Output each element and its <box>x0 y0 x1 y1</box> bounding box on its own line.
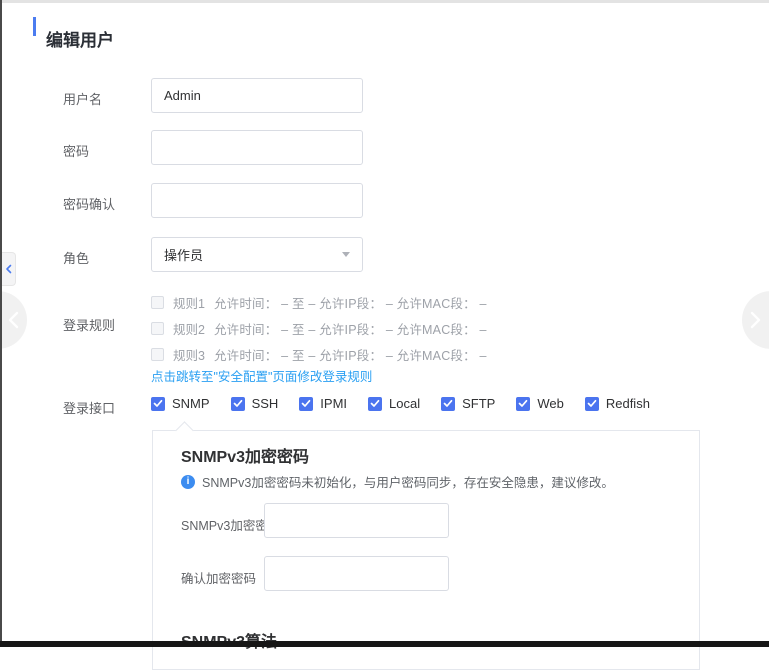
rule-detail: 允许时间： – 至 – 允许IP段： – 允许MAC段： – <box>214 345 487 364</box>
carousel-next-button[interactable] <box>742 291 769 349</box>
security-config-link[interactable]: 点击跳转至"安全配置"页面修改登录规则 <box>151 366 372 385</box>
checkbox-checked-icon <box>299 397 313 411</box>
confirm-password-input[interactable] <box>151 183 363 218</box>
confirm-encrypt-password-input[interactable] <box>264 556 449 591</box>
carousel-prev-button[interactable] <box>0 291 27 349</box>
interface-checkbox-ssh[interactable]: SSH <box>231 396 279 411</box>
interface-checkbox-snmp[interactable]: SNMP <box>151 396 210 411</box>
interface-label: SFTP <box>462 396 495 411</box>
login-rule-row: 规则2 允许时间： – 至 – 允许IP段： – 允许MAC段： – <box>151 320 487 336</box>
interface-checkbox-redfish[interactable]: Redfish <box>585 396 650 411</box>
interface-label: SSH <box>252 396 279 411</box>
interface-label: Web <box>537 396 564 411</box>
interface-label: Local <box>389 396 420 411</box>
confirm-encrypt-password-label: 确认加密密码 <box>181 568 256 587</box>
checkbox-checked-icon <box>585 397 599 411</box>
interface-checkbox-web[interactable]: Web <box>516 396 564 411</box>
snmpv3-password-input[interactable] <box>264 503 449 538</box>
confirm-password-label: 密码确认 <box>63 194 149 213</box>
password-label: 密码 <box>63 141 149 160</box>
password-input[interactable] <box>151 130 363 165</box>
rule3-checkbox[interactable] <box>151 348 164 361</box>
login-interfaces-group: SNMP SSH IPMI Local SFTP Web Redfish <box>151 396 650 411</box>
checkbox-checked-icon <box>368 397 382 411</box>
snmpv3-info-row: i SNMPv3加密密码未初始化，与用户密码同步，存在安全隐患，建议修改。 <box>181 472 614 491</box>
rule-detail: 允许时间： – 至 – 允许IP段： – 允许MAC段： – <box>214 319 487 338</box>
chevron-left-icon <box>6 310 20 330</box>
interface-checkbox-sftp[interactable]: SFTP <box>441 396 495 411</box>
snmpv3-algorithm-title: SNMPv3算法 <box>181 628 277 652</box>
rule-name: 规则2 <box>173 319 205 338</box>
bottom-bar <box>0 641 769 647</box>
snmpv3-panel-title: SNMPv3加密密码 <box>181 443 309 467</box>
checkbox-checked-icon <box>231 397 245 411</box>
chevron-left-icon <box>5 264 13 274</box>
login-rules-label: 登录规则 <box>63 315 149 334</box>
rule2-checkbox[interactable] <box>151 322 164 335</box>
panel-notch <box>175 421 193 439</box>
rule1-checkbox[interactable] <box>151 296 164 309</box>
title-accent-bar <box>33 17 36 36</box>
interface-checkbox-ipmi[interactable]: IPMI <box>299 396 347 411</box>
interface-label: Redfish <box>606 396 650 411</box>
username-input[interactable] <box>151 78 363 113</box>
login-rule-row: 规则3 允许时间： – 至 – 允许IP段： – 允许MAC段： – <box>151 346 487 362</box>
checkbox-checked-icon <box>516 397 530 411</box>
interface-label: IPMI <box>320 396 347 411</box>
caret-down-icon <box>342 252 350 257</box>
top-edge-line <box>0 0 769 3</box>
checkbox-checked-icon <box>441 397 455 411</box>
rule-detail: 允许时间： – 至 – 允许IP段： – 允许MAC段： – <box>214 293 487 312</box>
rule-name: 规则1 <box>173 293 205 312</box>
interface-label: SNMP <box>172 396 210 411</box>
username-label: 用户名 <box>63 89 149 108</box>
info-icon: i <box>181 475 195 489</box>
checkbox-checked-icon <box>151 397 165 411</box>
snmpv3-info-text: SNMPv3加密密码未初始化，与用户密码同步，存在安全隐患，建议修改。 <box>202 472 614 491</box>
chevron-right-icon <box>749 310 763 330</box>
role-select[interactable]: 操作员 <box>151 237 363 272</box>
role-select-value: 操作员 <box>164 245 203 264</box>
interface-checkbox-local[interactable]: Local <box>368 396 420 411</box>
rule-name: 规则3 <box>173 345 205 364</box>
login-interfaces-label: 登录接口 <box>63 398 149 417</box>
page-title: 编辑用户 <box>46 26 114 51</box>
sidebar-collapse-handle[interactable] <box>2 252 16 286</box>
login-rule-row: 规则1 允许时间： – 至 – 允许IP段： – 允许MAC段： – <box>151 294 487 310</box>
role-label: 角色 <box>63 248 149 267</box>
snmpv3-panel: SNMPv3加密密码 i SNMPv3加密密码未初始化，与用户密码同步，存在安全… <box>152 430 700 670</box>
left-edge-line <box>0 0 2 647</box>
